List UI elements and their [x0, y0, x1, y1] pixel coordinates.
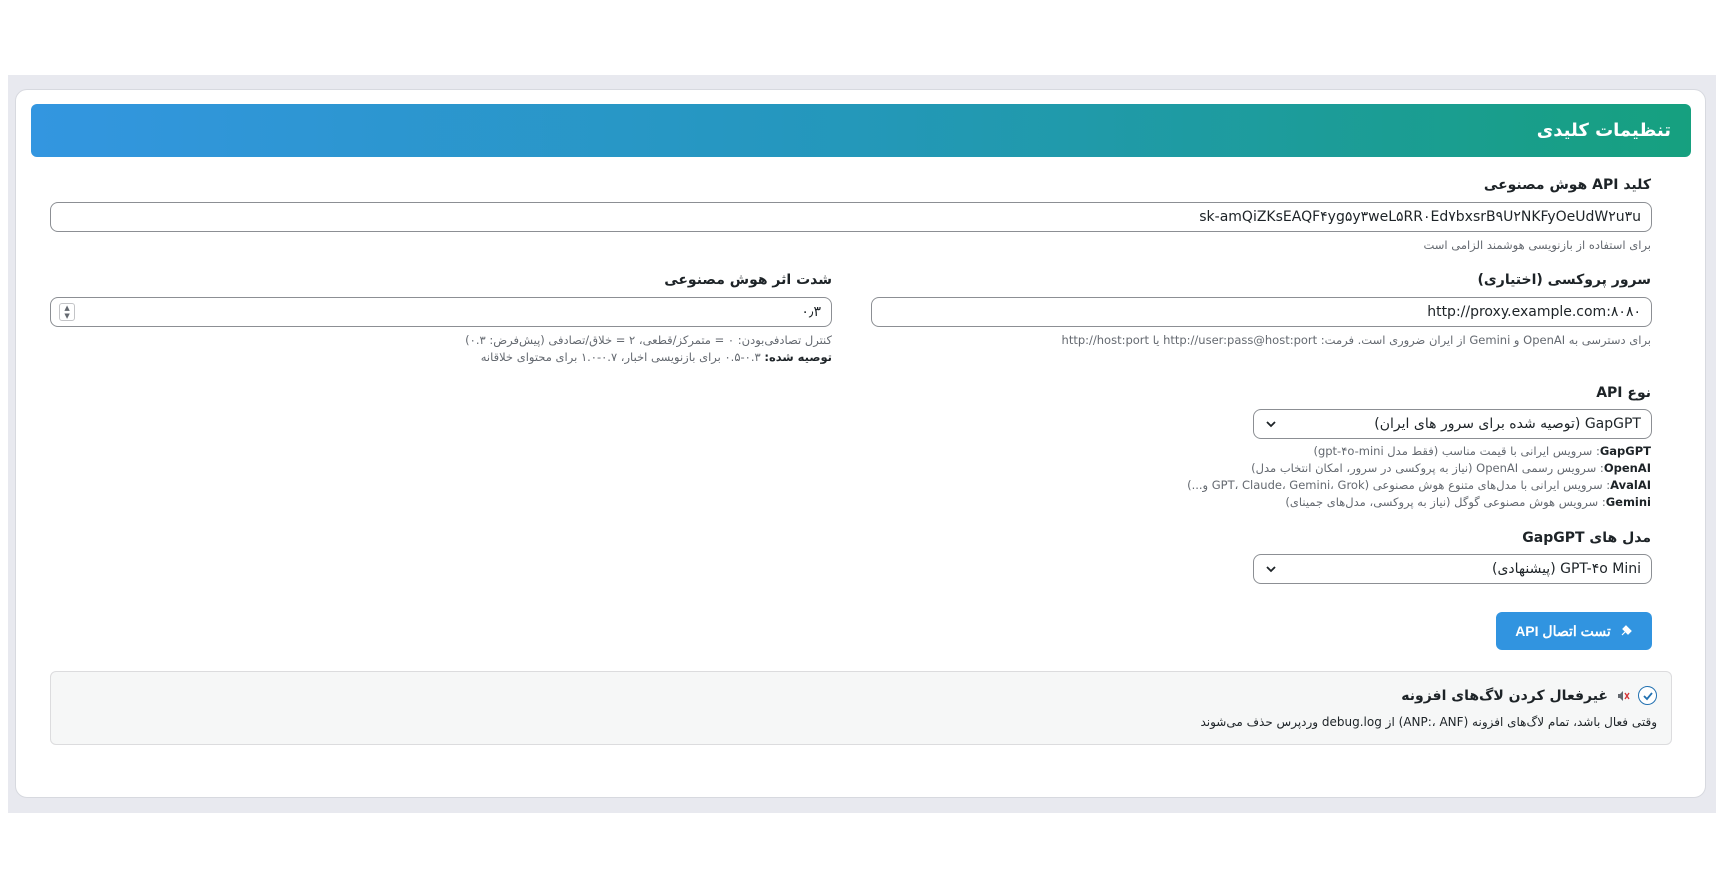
plug-icon: [1621, 625, 1632, 636]
api-type-selected: GapGPT (توصیه شده برای سرور های ایران): [1374, 416, 1641, 432]
api-type-help-item: AvalAI: سرویس ایرانی با مدل‌های متنوع هو…: [1187, 477, 1651, 494]
option-desc: : سرویس رسمی OpenAI (نیاز به پروکسی در س…: [1251, 461, 1604, 475]
option-desc: : سرویس هوش مصنوعی گوگل (نیاز به پروکسی،…: [1285, 495, 1606, 509]
proxy-input[interactable]: [882, 304, 1641, 320]
proxy-help: برای دسترسی به OpenAI و Gemini از ایران …: [1061, 333, 1651, 347]
model-selected: GPT-۴o Mini (پیشنهادی): [1491, 561, 1641, 577]
temperature-input[interactable]: [61, 304, 821, 320]
api-key-input[interactable]: [61, 209, 1641, 225]
section-title: تنظیمات کلیدی: [1536, 120, 1671, 141]
recommended-label: توصیه شده:: [764, 350, 832, 364]
test-api-button[interactable]: تست اتصال API: [1496, 612, 1652, 650]
option-name: Gemini: [1605, 495, 1651, 509]
logs-title-row: غیرفعال کردن لاگ‌های افزونه: [1401, 686, 1657, 705]
api-key-label: کلید API هوش مصنوعی: [1483, 177, 1651, 193]
temperature-help-1: کنترل تصادفی‌بودن: ۰ = متمرکز/قطعی، ۲ = …: [465, 333, 832, 347]
option-name: OpenAI: [1603, 461, 1651, 475]
proxy-label: سرور پروکسی (اختیاری): [1477, 272, 1651, 288]
api-type-help-item: Gemini: سرویس هوش مصنوعی گوگل (نیاز به پ…: [1187, 494, 1651, 511]
checkmark-icon: [1642, 691, 1653, 700]
spinner-icon[interactable]: ▲ ▼: [59, 303, 75, 321]
logs-title: غیرفعال کردن لاگ‌های افزونه: [1401, 687, 1608, 704]
model-select[interactable]: GPT-۴o Mini (پیشنهادی): [1253, 554, 1652, 584]
proxy-field[interactable]: [871, 297, 1652, 327]
temperature-label: شدت اثر هوش مصنوعی: [664, 272, 832, 288]
logs-description: وقتی فعال باشد، تمام لاگ‌های افزونه (ANP…: [1200, 715, 1657, 729]
test-api-label: تست اتصال API: [1515, 622, 1611, 639]
section-header: تنظیمات کلیدی: [31, 104, 1691, 157]
api-key-help: برای استفاده از بازنویسی هوشمند الزامی ا…: [1423, 238, 1651, 252]
chevron-down-icon: [1266, 421, 1276, 428]
option-desc: : سرویس ایرانی با قیمت مناسب (فقط مدل gp…: [1313, 444, 1600, 458]
logs-setting-box: غیرفعال کردن لاگ‌های افزونه وقتی فعال با…: [50, 671, 1672, 745]
api-type-select[interactable]: GapGPT (توصیه شده برای سرور های ایران): [1253, 409, 1652, 439]
option-name: GapGPT: [1599, 444, 1651, 458]
api-type-label: نوع API: [1596, 385, 1651, 401]
temperature-help-2: توصیه شده: ۰.۳-۰.۵ برای بازنویسی اخبار، …: [380, 350, 832, 364]
option-desc: : سرویس ایرانی با مدل‌های متنوع هوش مصنو…: [1187, 478, 1611, 492]
chevron-down-icon: [1266, 566, 1276, 573]
logs-checkbox[interactable]: [1638, 686, 1657, 705]
api-type-help-item: GapGPT: سرویس ایرانی با قیمت مناسب (فقط …: [1187, 443, 1651, 460]
temperature-field[interactable]: ▲▼: [50, 297, 832, 327]
option-name: AvalAI: [1610, 478, 1651, 492]
api-type-help-item: OpenAI: سرویس رسمی OpenAI (نیاز به پروکس…: [1187, 460, 1651, 477]
api-key-field[interactable]: [50, 202, 1652, 232]
api-type-help: GapGPT: سرویس ایرانی با قیمت مناسب (فقط …: [1187, 443, 1651, 511]
model-label: مدل های GapGPT: [1522, 530, 1651, 546]
mute-icon: [1618, 690, 1630, 701]
recommended-text: ۰.۳-۰.۵ برای بازنویسی اخبار، ۰.۷-۱.۰ برا…: [480, 350, 765, 364]
